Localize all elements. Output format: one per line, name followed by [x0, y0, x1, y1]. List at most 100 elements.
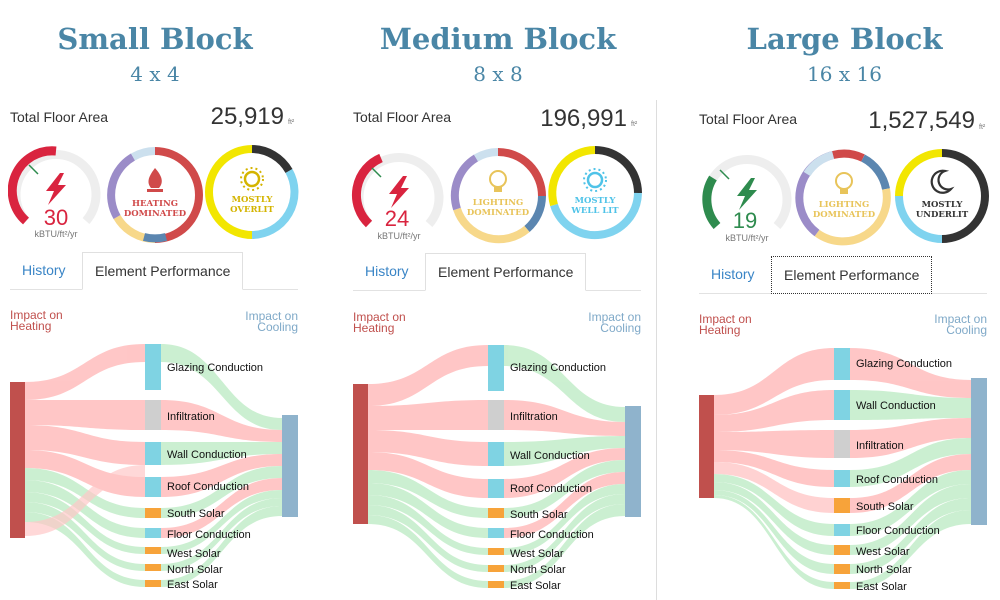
heating-cooling-donut: LIGHTING DOMINATED: [450, 148, 546, 244]
heating-node: [10, 382, 25, 538]
lighting-label-2: WELL LIT: [570, 206, 619, 216]
node-north-solar: [145, 564, 161, 571]
impact-on-cooling-label: Impact on Cooling: [934, 312, 987, 337]
sun-icon: [583, 168, 607, 192]
impact-on-heating-label: Impact on Heating: [699, 312, 752, 337]
node-label: West Solar: [167, 548, 221, 560]
heating-label-1: LIGHTING: [473, 198, 524, 208]
floor-area-label: Total Floor Area: [699, 111, 798, 127]
heating-label-2: DOMINATED: [467, 208, 530, 218]
node-label: South Solar: [167, 508, 225, 520]
tab-element-performance[interactable]: Element Performance: [771, 256, 933, 294]
node-label: Glazing Conduction: [856, 358, 952, 370]
lighting-label-1: MOSTLY: [922, 200, 964, 210]
node-label: Roof Conduction: [167, 481, 249, 493]
node-floor-conduction: [834, 524, 850, 536]
tab-element-performance[interactable]: Element Performance: [425, 253, 587, 291]
node-north-solar: [834, 564, 850, 574]
heating-node: [699, 395, 714, 498]
panel-divider: [656, 100, 657, 600]
tab-bar: History Element Performance: [10, 252, 298, 290]
node-label: Roof Conduction: [856, 474, 938, 486]
eui-value: 30: [44, 205, 68, 230]
floor-area-value: 196,991: [540, 105, 627, 132]
panel-title: Medium Block: [379, 22, 617, 56]
node-label: Glazing Conduction: [167, 362, 263, 374]
floor-area-unit: ft²: [288, 119, 295, 126]
panel-title: Small Block: [57, 22, 253, 56]
node-label: Wall Conduction: [167, 449, 247, 461]
node-label: Wall Conduction: [510, 450, 590, 462]
node-infiltration: [145, 400, 161, 430]
node-wall-conduction: [834, 390, 850, 420]
lightning-icon: [389, 176, 409, 208]
heating-cooling-donut: HEATING DOMINATED: [107, 147, 203, 243]
tab-bar: History Element Performance: [699, 256, 987, 294]
heating-node: [353, 384, 368, 524]
tab-history[interactable]: History: [22, 252, 66, 288]
node-label: Floor Conduction: [510, 529, 594, 541]
lighting-donut: MOSTLY UNDERLIT: [895, 149, 989, 243]
node-label: Floor Conduction: [167, 529, 251, 541]
impact-on-heating-label: Impact on Heating: [353, 310, 406, 335]
lightning-icon: [737, 178, 757, 210]
bulb-icon: [835, 172, 853, 194]
lighting-label-2: OVERLIT: [230, 205, 274, 215]
node-glazing-conduction: [834, 348, 850, 380]
tab-element-performance[interactable]: Element Performance: [82, 252, 244, 290]
node-wall-conduction: [145, 442, 161, 465]
heating-cooling-donut: LIGHTING DOMINATED: [795, 149, 891, 246]
panel-large-block: Large Block 16 x 16 Total Floor Area 1,5…: [689, 0, 1000, 600]
bulb-icon: [489, 170, 507, 192]
node-north-solar: [488, 565, 504, 572]
lightning-icon: [46, 173, 66, 205]
impact-on-cooling-label: Impact on Cooling: [245, 309, 298, 334]
node-label: North Solar: [167, 564, 223, 576]
node-label: South Solar: [856, 501, 914, 513]
sankey-diagram: Glazing Conduction Infiltration Wall Con…: [353, 345, 641, 592]
moon-icon: [930, 169, 955, 194]
node-label: South Solar: [510, 509, 568, 521]
floor-area-label: Total Floor Area: [10, 109, 109, 125]
tab-history[interactable]: History: [711, 256, 755, 292]
eui-gauge: 19: [702, 155, 792, 233]
node-glazing-conduction: [145, 344, 161, 390]
panel-small-block: Small Block 4 x 4 Total Floor Area 25,91…: [0, 0, 310, 600]
lighting-donut: MOSTLY OVERLIT: [205, 145, 299, 239]
heating-label-1: HEATING: [132, 199, 178, 209]
node-label: Glazing Conduction: [510, 362, 606, 374]
node-label: West Solar: [856, 546, 910, 558]
node-roof-conduction: [488, 479, 504, 498]
floor-area-unit: ft²: [979, 124, 986, 131]
node-roof-conduction: [834, 470, 850, 487]
node-label: East Solar: [510, 580, 561, 592]
eui-value: 24: [385, 206, 409, 231]
cooling-node: [971, 378, 987, 525]
node-infiltration: [834, 430, 850, 458]
heating-label-2: DOMINATED: [813, 210, 876, 220]
panel-title: Large Block: [746, 22, 943, 56]
node-east-solar: [145, 580, 161, 587]
node-label: Roof Conduction: [510, 483, 592, 495]
node-label: East Solar: [856, 581, 907, 593]
eui-unit: kBTU/ft²/yr: [725, 233, 769, 243]
panel-subtitle: 16 x 16: [807, 62, 882, 86]
node-infiltration: [488, 400, 504, 430]
eui-gauge: 30: [8, 146, 101, 230]
lighting-label-2: UNDERLIT: [916, 210, 969, 220]
lighting-label-1: MOSTLY: [232, 195, 274, 205]
panel-subtitle: 4 x 4: [130, 62, 180, 86]
node-west-solar: [834, 545, 850, 555]
cooling-node: [282, 415, 298, 517]
node-label: West Solar: [510, 548, 564, 560]
node-east-solar: [834, 582, 850, 589]
tab-history[interactable]: History: [365, 253, 409, 289]
tab-bar: History Element Performance: [353, 253, 641, 291]
flame-icon: [147, 168, 163, 192]
node-east-solar: [488, 581, 504, 588]
node-wall-conduction: [488, 442, 504, 466]
sankey-diagram: Glazing Conduction Wall Conduction Infil…: [699, 348, 987, 593]
eui-gauge: 24: [352, 153, 444, 231]
node-south-solar: [488, 508, 504, 518]
panel-subtitle: 8 x 8: [473, 62, 523, 86]
